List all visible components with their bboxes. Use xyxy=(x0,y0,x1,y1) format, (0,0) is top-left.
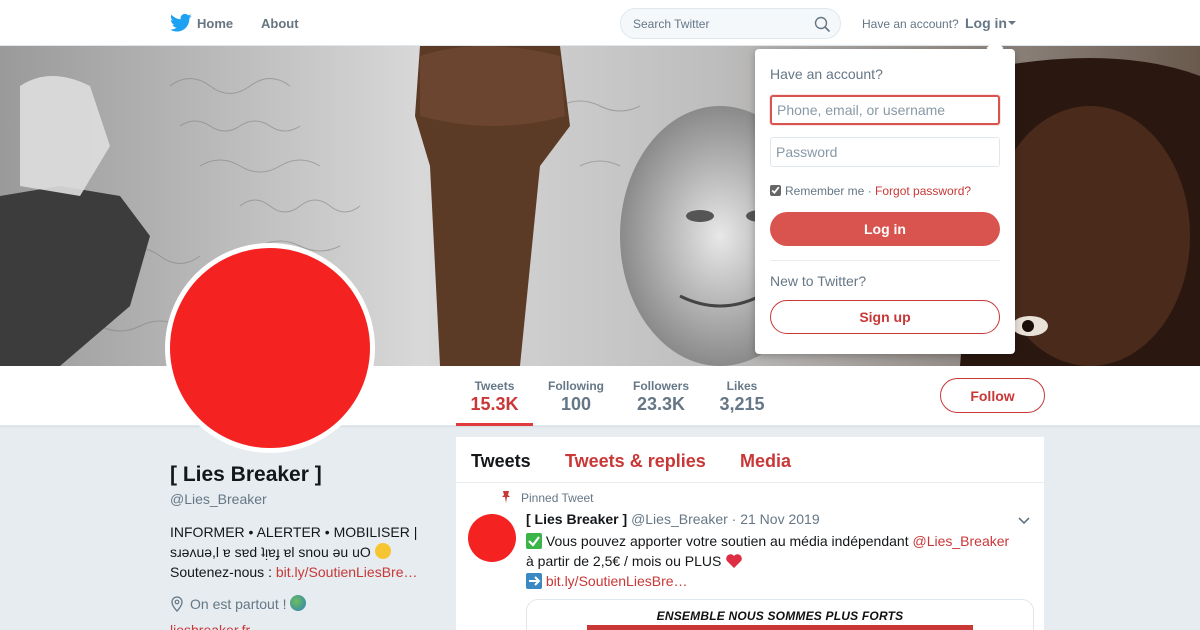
profile-url[interactable]: liesbreaker.fr xyxy=(170,622,250,630)
stat-likes[interactable]: Likes 3,215 xyxy=(710,366,774,426)
stat-value: 23.3K xyxy=(636,394,686,414)
tweet-text: Vous pouvez apporter votre soutien au mé… xyxy=(526,531,1031,591)
avatar[interactable] xyxy=(165,243,375,453)
timeline-tabs: Tweets Tweets & replies Media xyxy=(456,437,1044,483)
check-mark-icon xyxy=(526,533,542,549)
password-field[interactable] xyxy=(770,137,1000,167)
bio-line: sɹǝʌuǝ,l ɐ sɐd ʇᴉɐɟ ɐl snou ǝu uO xyxy=(170,542,432,562)
avatar-image xyxy=(170,248,370,448)
stat-followers[interactable]: Followers 23.3K xyxy=(624,366,698,426)
stat-label: Likes xyxy=(726,379,758,393)
timeline: Tweets Tweets & replies Media Pinned Twe… xyxy=(456,437,1044,630)
stat-following[interactable]: Following 100 xyxy=(540,366,612,426)
media-caption: ENSEMBLE NOUS SOMMES PLUS FORTS xyxy=(656,609,904,623)
tab-tweets-and-replies[interactable]: Tweets & replies xyxy=(565,451,706,472)
stat-value: 15.3K xyxy=(470,394,519,414)
remember-me-label[interactable]: Remember me xyxy=(785,184,864,198)
stat-value: 100 xyxy=(560,394,592,414)
login-button[interactable]: Log in xyxy=(770,212,1000,246)
tweet-avatar[interactable] xyxy=(468,514,516,562)
tweet-link[interactable]: bit.ly/SoutienLiesBre… xyxy=(546,573,688,589)
chevron-down-icon[interactable] xyxy=(1017,516,1031,526)
profile-handle[interactable]: @Lies_Breaker xyxy=(170,491,267,507)
follow-button[interactable]: Follow xyxy=(940,378,1045,413)
profile-location: On est partout ! xyxy=(170,595,307,612)
profile-name[interactable]: [ Lies Breaker ] xyxy=(170,463,322,487)
pin-icon xyxy=(502,491,510,503)
tweet-line: à partir de 2,5€ / mois ou PLUS xyxy=(526,551,1031,571)
stat-label: Following xyxy=(548,379,604,393)
profile-url-text[interactable]: liesbreaker.fr xyxy=(170,622,250,630)
stat-label: Tweets xyxy=(474,379,515,393)
tweet-author-name[interactable]: [ Lies Breaker ] xyxy=(526,511,627,527)
tweet-text-part: à partir de 2,5€ / mois ou PLUS xyxy=(526,553,726,569)
tweet-author-handle[interactable]: @Lies_Breaker xyxy=(631,511,728,527)
tab-tweets[interactable]: Tweets xyxy=(471,451,531,472)
search-input[interactable] xyxy=(633,15,803,33)
tweet-date[interactable]: · 21 Nov 2019 xyxy=(732,511,820,527)
login-dropdown-toggle[interactable]: Log in xyxy=(965,15,1007,31)
location-text: On est partout ! xyxy=(190,596,287,612)
nav-about-link[interactable]: About xyxy=(261,16,299,31)
nav-home-link[interactable]: Home xyxy=(197,16,233,31)
remember-me-checkbox[interactable] xyxy=(770,185,781,196)
tweet-header: [ Lies Breaker ] @Lies_Breaker · 21 Nov … xyxy=(526,511,820,527)
stat-value: 3,215 xyxy=(719,394,765,414)
separator-dot: · xyxy=(864,184,876,198)
media-red-text-bar xyxy=(587,625,973,630)
bio-line: Soutenez-nous : bit.ly/SoutienLiesBre… xyxy=(170,562,432,582)
caret-down-icon[interactable] xyxy=(1008,21,1016,25)
stat-tweets[interactable]: Tweets 15.3K xyxy=(456,366,533,426)
search-icon[interactable] xyxy=(814,16,830,32)
tweet-line: Vous pouvez apporter votre soutien au mé… xyxy=(526,531,1031,551)
twitter-bird-icon[interactable] xyxy=(170,13,192,33)
top-navigation-bar: Home About Have an account? Log in xyxy=(0,0,1200,46)
upside-down-face-icon xyxy=(374,543,391,559)
bio-upside-down-text: sɹǝʌuǝ,l ɐ sɐd ʇᴉɐɟ ɐl snou ǝu uO xyxy=(170,544,371,560)
tweet-text-part: Vous pouvez apporter votre soutien au mé… xyxy=(542,533,913,549)
search-box xyxy=(620,8,841,39)
pinned-label: Pinned Tweet xyxy=(521,491,594,505)
globe-icon xyxy=(290,595,307,611)
tweet-mention-link[interactable]: @Lies_Breaker xyxy=(912,533,1009,549)
login-dropdown: Have an account? Remember me · Forgot pa… xyxy=(755,39,1015,354)
have-account-text: Have an account? xyxy=(862,17,959,31)
tweet-line: bit.ly/SoutienLiesBre… xyxy=(526,571,1031,591)
bio-line: INFORMER • ALERTER • MOBILISER | xyxy=(170,524,418,540)
tab-media[interactable]: Media xyxy=(740,451,791,472)
new-to-twitter-text: New to Twitter? xyxy=(770,273,867,289)
username-field[interactable] xyxy=(770,95,1000,125)
forgot-password-link[interactable]: Forgot password? xyxy=(875,184,971,198)
pinned-indicator: Pinned Tweet xyxy=(501,491,594,505)
signup-button[interactable]: Sign up xyxy=(770,300,1000,334)
profile-bio: INFORMER • ALERTER • MOBILISER | sɹǝʌuǝ,… xyxy=(170,522,432,582)
bio-support-label: Soutenez-nous : xyxy=(170,564,276,580)
remember-row: Remember me · Forgot password? xyxy=(770,184,971,198)
dropdown-title: Have an account? xyxy=(770,66,883,82)
divider xyxy=(770,260,1000,261)
tweet-media-card[interactable]: ENSEMBLE NOUS SOMMES PLUS FORTS xyxy=(526,599,1034,630)
location-pin-icon xyxy=(171,596,183,612)
stat-label: Followers xyxy=(632,379,689,393)
heart-icon xyxy=(726,554,743,568)
bio-support-link[interactable]: bit.ly/SoutienLiesBre… xyxy=(276,564,418,580)
right-arrow-icon xyxy=(526,573,542,589)
